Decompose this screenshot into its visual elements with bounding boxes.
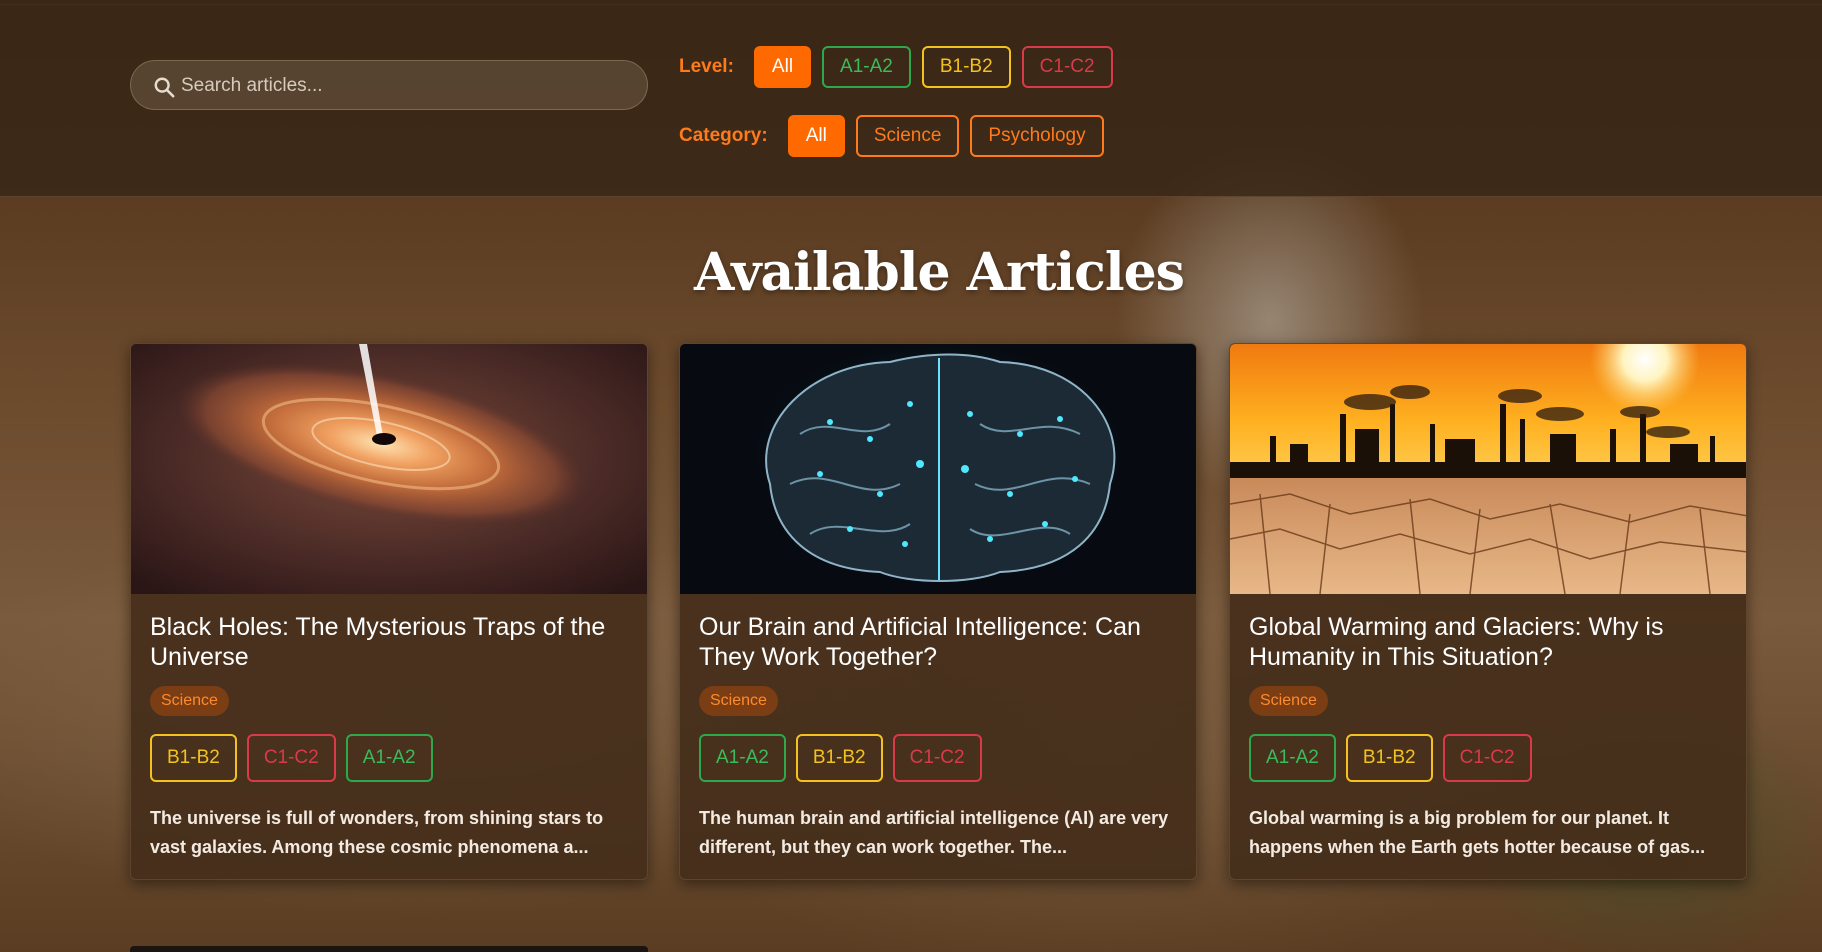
category-badge: Science [1249, 686, 1328, 716]
level-b1-b2-button[interactable]: B1-B2 [921, 46, 1011, 88]
black-hole-illustration [131, 344, 647, 594]
level-badges: A1-A2 B1-B2 C1-C2 [1249, 734, 1542, 782]
level-all-button[interactable]: All [753, 46, 812, 88]
level-badge[interactable]: B1-B2 [150, 734, 237, 782]
article-card-black-holes[interactable]: Black Holes: The Mysterious Traps of the… [130, 343, 648, 880]
category-badge: Science [150, 686, 229, 716]
level-badge[interactable]: A1-A2 [1249, 734, 1336, 782]
level-badge[interactable]: A1-A2 [345, 734, 433, 782]
circuit-brain-illustration [680, 344, 1196, 594]
level-badge[interactable]: C1-C2 [892, 734, 982, 782]
category-science-button[interactable]: Science [855, 115, 960, 157]
article-card-global-warming[interactable]: Global Warming and Glaciers: Why is Huma… [1229, 343, 1747, 880]
category-all-button[interactable]: All [787, 115, 845, 157]
article-title[interactable]: Global Warming and Glaciers: Why is Huma… [1249, 612, 1729, 672]
search-icon [154, 77, 175, 98]
industrial-desert-illustration [1230, 344, 1746, 594]
level-filter-label: Level: [679, 56, 734, 77]
page-title: Available Articles [694, 242, 1185, 303]
level-badge[interactable]: C1-C2 [246, 734, 336, 782]
level-a1-a2-button[interactable]: A1-A2 [822, 46, 911, 88]
level-badges: A1-A2 B1-B2 C1-C2 [699, 734, 992, 782]
article-card-brain-ai[interactable]: Our Brain and Artificial Intelligence: C… [679, 343, 1197, 880]
level-badge[interactable]: B1-B2 [1345, 734, 1433, 782]
level-badge[interactable]: B1-B2 [795, 734, 883, 782]
article-image-brain[interactable] [680, 344, 1196, 594]
category-badge: Science [699, 686, 778, 716]
article-image-global-warming[interactable] [1230, 344, 1746, 594]
category-psychology-button[interactable]: Psychology [970, 115, 1104, 157]
article-title[interactable]: Black Holes: The Mysterious Traps of the… [150, 612, 630, 672]
level-badge[interactable]: A1-A2 [699, 734, 786, 782]
search-input[interactable] [179, 61, 623, 111]
next-article-card-edge [130, 946, 648, 952]
article-excerpt: The human brain and artificial intellige… [699, 808, 1169, 857]
level-filter: Level: All A1-A2 B1-B2 C1-C2 [679, 46, 1124, 88]
article-title[interactable]: Our Brain and Artificial Intelligence: C… [699, 612, 1179, 672]
filter-bar: Level: All A1-A2 B1-B2 C1-C2 Category: A… [0, 0, 1822, 197]
category-filter: Category: All Science Psychology [679, 115, 1115, 157]
category-filter-label: Category: [679, 125, 768, 146]
article-excerpt: Global warming is a big problem for our … [1249, 808, 1706, 857]
article-excerpt: The universe is full of wonders, from sh… [150, 808, 604, 857]
article-image-black-hole[interactable] [131, 344, 647, 594]
search-box[interactable] [130, 60, 648, 111]
level-badge[interactable]: C1-C2 [1442, 734, 1532, 782]
level-c1-c2-button[interactable]: C1-C2 [1021, 46, 1113, 88]
level-badges: B1-B2 C1-C2 A1-A2 [150, 734, 443, 782]
